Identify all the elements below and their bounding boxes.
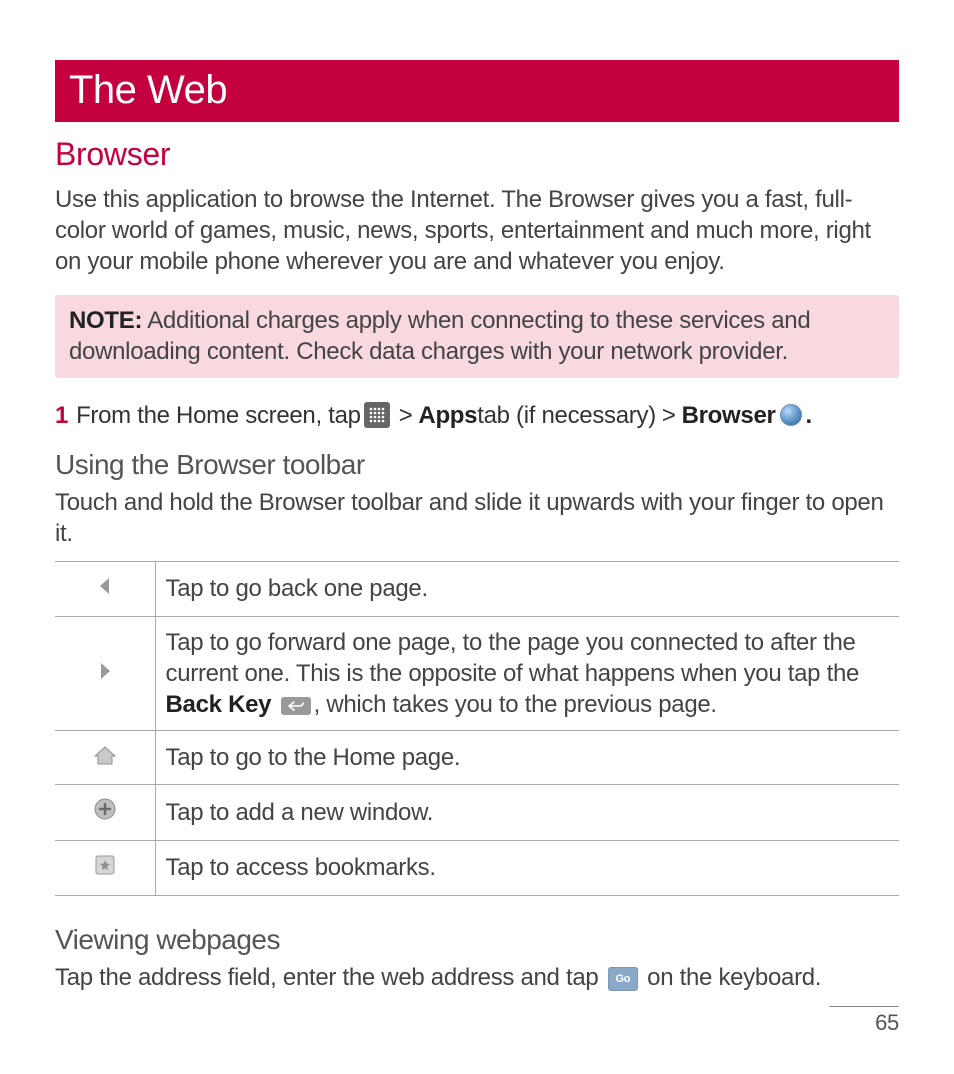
fwd-text-b: , which takes you to the previous page. [314,691,717,718]
viewing-a: Tap the address field, enter the web add… [55,964,605,991]
row-desc: Tap to go forward one page, to the page … [155,616,899,731]
key-bold: Key [228,691,271,718]
row-desc: Tap to go back one page. [155,562,899,616]
viewing-b: on the keyboard. [641,964,821,991]
intro-paragraph: Use this application to browse the Inter… [55,184,899,278]
add-window-icon [88,795,122,823]
apps-grid-icon [364,402,390,428]
icon-cell [55,785,155,840]
table-row: Tap to go to the Home page. [55,731,899,785]
viewing-text: Tap the address field, enter the web add… [55,962,899,993]
note-box: NOTE: Additional charges apply when conn… [55,295,899,377]
breadcrumb-separator: > [662,400,676,431]
back-key-icon [281,697,311,715]
page-number: 65 [829,1009,899,1038]
apps-label: Apps [418,400,477,431]
table-row: Tap to access bookmarks. [55,840,899,895]
breadcrumb-separator: > [399,400,413,431]
row-desc: Tap to add a new window. [155,785,899,840]
back-arrow-icon [88,572,122,600]
browser-label: Browser [682,400,776,431]
section-heading-browser: Browser [55,134,899,176]
back-bold: Back [166,691,222,718]
page-footer: 65 [829,1006,899,1038]
globe-icon [780,404,802,426]
table-row: Tap to go forward one page, to the page … [55,616,899,731]
table-row: Tap to go back one page. [55,562,899,616]
toolbar-subtext: Touch and hold the Browser toolbar and s… [55,487,899,549]
note-label: NOTE: [69,307,142,334]
icon-cell [55,562,155,616]
bookmarks-icon [88,851,122,879]
footer-rule [829,1006,899,1007]
step-dot: . [806,400,812,431]
home-icon [88,741,122,769]
go-key-icon: Go [608,967,638,991]
table-row: Tap to add a new window. [55,785,899,840]
step-number: 1 [55,400,68,431]
fwd-text-a: Tap to go forward one page, to the page … [166,629,860,687]
row-desc: Tap to go to the Home page. [155,731,899,785]
forward-arrow-icon [88,657,122,685]
icon-cell [55,616,155,731]
subheading-viewing: Viewing webpages [55,922,899,958]
step-1: 1 From the Home screen, tap > Apps tab (… [55,400,899,431]
subheading-toolbar: Using the Browser toolbar [55,447,899,483]
icon-cell [55,840,155,895]
chapter-banner: The Web [55,60,899,122]
note-text: Additional charges apply when connecting… [69,307,810,365]
icon-cell [55,731,155,785]
row-desc: Tap to access bookmarks. [155,840,899,895]
step-text-2: tab (if necessary) [477,400,656,431]
toolbar-table: Tap to go back one page. Tap to go forwa… [55,561,899,895]
step-text-1: From the Home screen, tap [76,400,361,431]
